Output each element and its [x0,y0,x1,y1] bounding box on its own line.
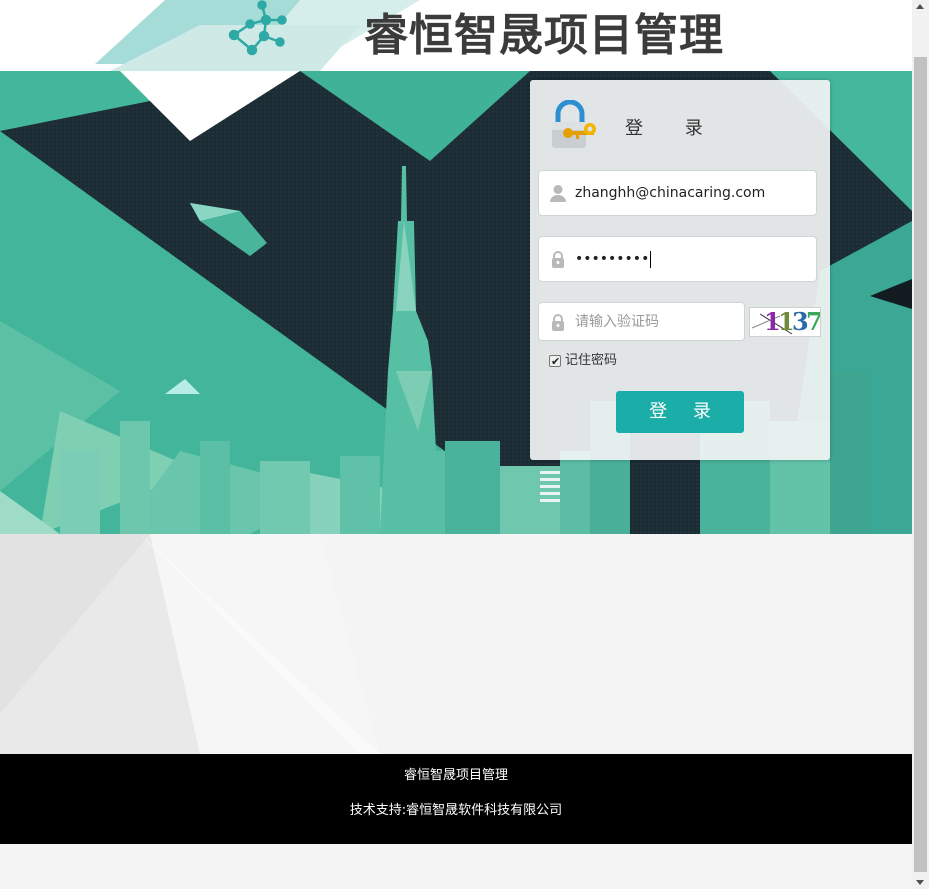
background-decoration [0,534,912,754]
user-icon [550,185,566,202]
login-panel: 登 录 zhanghh@chinacaring.com ••••••••• 请输… [530,80,830,460]
email-value: zhanghh@chinacaring.com [575,185,766,201]
captcha-image[interactable]: 1 1 3 7 [749,307,821,337]
captcha-placeholder: 请输入验证码 [575,314,659,330]
lock-key-icon [552,100,596,148]
scroll-down-arrow-icon[interactable] [916,880,924,885]
scroll-up-arrow-icon[interactable] [916,4,924,9]
password-field[interactable]: ••••••••• [538,236,817,282]
captcha-field[interactable]: 请输入验证码 [538,302,745,341]
footer-title: 睿恒智晟项目管理 [403,768,508,783]
footer: 睿恒智晟项目管理 技术支持:睿恒智晟软件科技有限公司 [0,754,912,844]
login-page: 睿恒智晟项目管理 睿恒智晟项目管理 技术支持:睿恒智晟软件科技有限公司 登 录 … [0,0,912,889]
vertical-scrollbar[interactable] [912,0,929,889]
header: 睿恒智晟项目管理 [0,0,912,71]
captcha-char: 7 [806,309,820,335]
lock-icon [552,251,564,268]
login-button[interactable]: 登 录 [616,391,744,433]
footer-support: 技术支持:睿恒智晟软件科技有限公司 [349,803,563,818]
email-field[interactable]: zhanghh@chinacaring.com [538,170,817,216]
site-title: 睿恒智晟项目管理 [364,10,724,61]
scroll-thumb[interactable] [914,57,927,872]
password-dots: ••••••••• [575,251,650,267]
remember-password-label: 记住密码 [565,353,618,368]
checkbox[interactable] [549,353,561,371]
login-title: 登 录 [625,118,721,139]
lock-icon [552,314,564,331]
login-header: 登 录 [550,100,810,150]
password-value: ••••••••• [575,250,652,268]
text-cursor [650,250,652,268]
